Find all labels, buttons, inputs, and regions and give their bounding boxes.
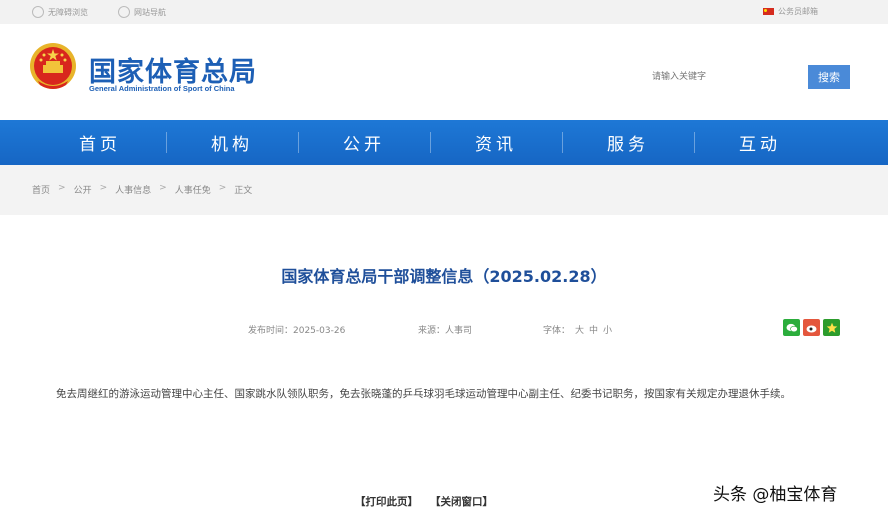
breadcrumb-current: 正文 (234, 186, 253, 196)
site-title-english: General Administration of Sport of China (89, 84, 235, 93)
article-title: 国家体育总局干部调整信息（2025.02.28） (281, 267, 607, 286)
breadcrumb-separator: > (218, 183, 227, 193)
font-size-large[interactable]: 大 (575, 323, 584, 336)
flag-icon (763, 8, 774, 15)
font-size-small[interactable]: 小 (603, 323, 612, 336)
font-size-label: 字体： (543, 326, 571, 336)
wechat-share-icon[interactable] (783, 319, 800, 336)
publish-date: 发布时间：2025-03-26 (248, 326, 346, 336)
share-buttons (783, 319, 840, 336)
breadcrumb-home[interactable]: 首页 (32, 183, 50, 196)
font-size-medium[interactable]: 中 (589, 323, 598, 336)
nav-item-news[interactable]: 资讯 (430, 120, 562, 165)
site-map-icon (118, 6, 130, 18)
breadcrumb: 首页 > 公开 > 人事信息 > 人事任免 > 正文 (32, 183, 252, 196)
nav-item-public[interactable]: 公开 (298, 120, 430, 165)
email-link[interactable]: 公务员邮箱 (763, 6, 818, 17)
nav-item-home[interactable]: 首页 (34, 120, 166, 165)
breadcrumb-separator: > (58, 183, 66, 193)
accessibility-link[interactable]: 无障碍浏览 (32, 6, 88, 18)
close-window-link[interactable]: 【关闭窗口】 (430, 494, 493, 509)
article-source: 来源：人事司 (418, 326, 473, 336)
top-utility-bar: 无障碍浏览 网站导航 公务员邮箱 (0, 0, 888, 24)
search-input[interactable] (644, 65, 808, 89)
article-actions: 【打印此页】 【关闭窗口】 (355, 494, 493, 509)
breadcrumb-separator: > (99, 183, 108, 193)
watermark: 头条 @柚宝体育 (713, 485, 838, 505)
search-button[interactable]: 搜索 (808, 65, 850, 89)
accessibility-icon (32, 6, 44, 18)
nav-item-organization[interactable]: 机构 (166, 120, 298, 165)
breadcrumb-public[interactable]: 公开 (74, 183, 92, 196)
nav-item-interaction[interactable]: 互动 (694, 120, 826, 165)
site-header: 国家体育总局 General Administration of Sport o… (0, 24, 888, 120)
breadcrumb-bar: 首页 > 公开 > 人事信息 > 人事任免 > 正文 (0, 165, 888, 215)
article-body: 免去周继红的游泳运动管理中心主任、国家跳水队领队职务，免去张晓蓬的乒乓球羽毛球运… (56, 388, 791, 400)
national-emblem-icon (30, 43, 76, 89)
print-page-link[interactable]: 【打印此页】 (355, 494, 418, 509)
font-size-controls: 字体： 大 中 小 (543, 323, 612, 336)
breadcrumb-separator: > (159, 183, 167, 193)
site-nav-link[interactable]: 网站导航 (118, 6, 166, 18)
favorite-star-icon[interactable] (823, 319, 840, 336)
breadcrumb-appointments[interactable]: 人事任免 (175, 183, 211, 196)
weibo-share-icon[interactable] (803, 319, 820, 336)
nav-item-service[interactable]: 服务 (562, 120, 694, 165)
breadcrumb-personnel-info[interactable]: 人事信息 (115, 183, 151, 196)
main-nav: 首页 机构 公开 资讯 服务 互动 (0, 120, 888, 165)
